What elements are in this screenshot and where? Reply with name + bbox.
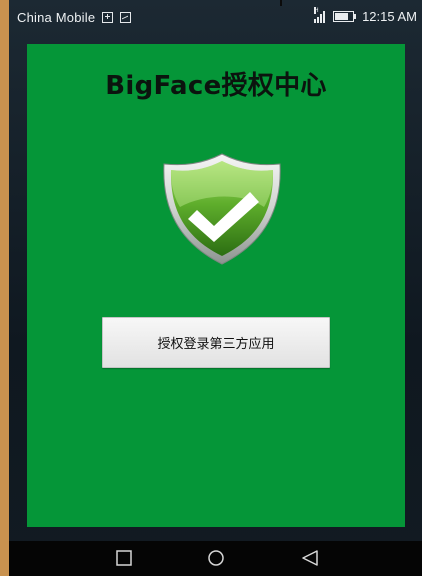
status-clock: 12:15 AM [362, 9, 417, 24]
battery-icon [333, 11, 357, 22]
status-left: China Mobile [17, 10, 132, 25]
navigation-bar [9, 541, 422, 576]
image-icon [120, 12, 132, 23]
shield-check-icon [163, 153, 281, 265]
back-icon[interactable] [301, 549, 319, 567]
network-type-label: H [314, 6, 319, 14]
recent-apps-icon[interactable] [115, 549, 133, 567]
page-title: BigFace授权中心 [105, 71, 327, 101]
carrier-name: China Mobile [17, 10, 96, 25]
signal-icon: H [314, 6, 326, 23]
status-right: H 12:15 AM [314, 6, 417, 24]
authorize-third-party-login-button[interactable]: 授权登录第三方应用 [102, 317, 330, 368]
auth-center-panel: BigFace授权中心 授权登录第三方应用 [27, 44, 405, 527]
phone-screen: China Mobile H 12:15 AM BigFace授权中心 授权登录… [9, 0, 422, 576]
home-icon[interactable] [207, 549, 225, 567]
status-bar: China Mobile H 12:15 AM [9, 0, 422, 32]
add-box-icon [102, 12, 114, 23]
